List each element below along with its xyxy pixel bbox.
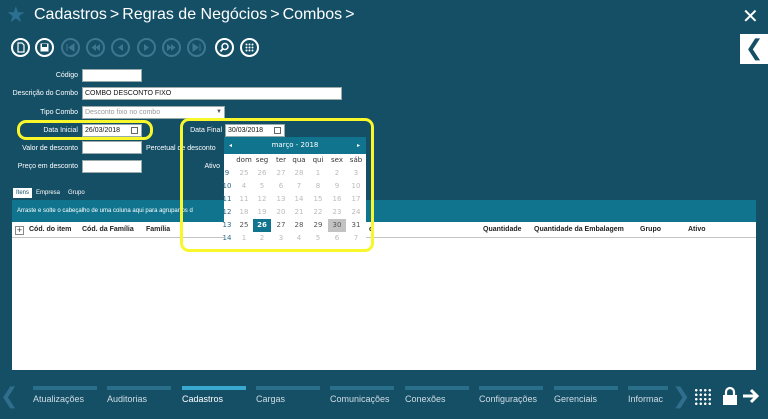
search-icon [219, 42, 229, 53]
nav-item-bar [256, 386, 320, 390]
tab-grupo[interactable]: Grupo [65, 188, 88, 198]
tab-empresa[interactable]: Empresa [33, 188, 63, 198]
chevron-left-icon: ❮ [745, 36, 764, 61]
nav-item-label: Informac [628, 394, 664, 404]
nav-item-bar [182, 386, 246, 390]
breadcrumb-regras[interactable]: Regras de Negócios [122, 6, 267, 23]
last-record-button[interactable] [187, 38, 206, 57]
new-document-icon [17, 42, 25, 53]
nav-item-cadastros[interactable]: Cadastros [182, 381, 246, 419]
header: ★ Cadastros > Regras de Negócios > Combos > ✕ [0, 0, 768, 34]
col-quantidade[interactable]: Quantidade [483, 223, 522, 237]
codigo-label: Código [55, 72, 78, 79]
chevron-down-icon: ▼ [216, 109, 222, 115]
rewind-icon [91, 44, 100, 51]
breadcrumb-combos[interactable]: Combos [283, 6, 343, 23]
nav-item-configuraes[interactable]: Configurações [479, 381, 543, 419]
nav-item-comunicaes[interactable]: Comunicações [330, 381, 394, 419]
tipo-combo-label: Tipo Combo [40, 109, 78, 116]
nav-item-conexes[interactable]: Conexões [405, 381, 469, 419]
nav-item-atualizaes[interactable]: Atualizações [33, 381, 97, 419]
first-record-icon [66, 43, 75, 52]
favorite-star-icon[interactable]: ★ [6, 4, 26, 28]
breadcrumb-separator-icon: > [345, 6, 355, 23]
nav-item-label: Configurações [479, 394, 538, 404]
items-grid: Arraste e solte o cabeçalho de uma colun… [12, 200, 756, 370]
valor-desconto-label: Valor de desconto [22, 145, 78, 152]
nav-item-label: Cadastros [182, 394, 224, 404]
header-divider [12, 237, 756, 238]
save-button[interactable] [35, 38, 54, 57]
data-inicial-label: Data Inicial [43, 127, 78, 134]
nav-item-label: Cargas [256, 394, 286, 404]
preco-desconto-label: Preço em desconto [17, 163, 78, 170]
col-grupo[interactable]: Grupo [640, 223, 661, 237]
highlight-data-final [180, 118, 374, 252]
preco-desconto-input[interactable] [82, 160, 142, 173]
nav-scroll-right-icon[interactable]: ❯ [672, 384, 690, 409]
rewind-button[interactable] [86, 38, 105, 57]
next-icon [144, 44, 149, 51]
col-familia[interactable]: Família [146, 223, 170, 237]
breadcrumb: Cadastros > Regras de Negócios > Combos > [34, 6, 358, 24]
valor-desconto-input[interactable] [82, 141, 142, 154]
nav-item-label: Atualizações [33, 394, 85, 404]
data-inicial-input[interactable]: 26/03/2018 [82, 124, 142, 137]
nav-item-auditorias[interactable]: Auditorias [107, 381, 171, 419]
logout-arrow-icon[interactable] [741, 386, 761, 406]
calendar-icon[interactable] [131, 127, 138, 134]
nav-item-bar [628, 386, 668, 390]
arrow-right-icon [743, 388, 760, 404]
search-button[interactable] [215, 38, 234, 57]
apps-grid-icon[interactable] [694, 388, 712, 406]
tipo-combo-value: Desconto fixo no combo [85, 109, 161, 116]
nav-item-bar [107, 386, 171, 390]
new-document-button[interactable] [11, 38, 30, 57]
col-cod-item[interactable]: Cód. do item [29, 223, 71, 237]
nav-item-cargas[interactable]: Cargas [256, 381, 320, 419]
previous-record-button[interactable] [111, 38, 130, 57]
save-icon [40, 43, 49, 52]
breadcrumb-separator-icon: > [270, 6, 280, 23]
nav-item-bar [554, 386, 618, 390]
nav-item-label: Gerenciais [554, 394, 598, 404]
tab-itens[interactable]: Itens [13, 188, 33, 198]
breadcrumb-separator-icon: > [109, 6, 120, 23]
next-record-button[interactable] [137, 38, 156, 57]
fast-forward-icon [167, 44, 176, 51]
lock-icon-shape [723, 386, 737, 405]
bottom-nav: Atualizações Auditorias Cadastros Cargas Com… [0, 381, 768, 419]
col-quantidade-embalagem[interactable]: Quantidade da Embalagem [534, 223, 624, 237]
fast-forward-button[interactable] [162, 38, 181, 57]
last-record-icon [192, 43, 201, 52]
nav-item-label: Conexões [405, 394, 446, 404]
descricao-input[interactable]: COMBO DESCONTO FIXO [82, 87, 342, 100]
descricao-label: Descrição do Combo [12, 90, 78, 97]
breadcrumb-cadastros[interactable]: Cadastros [34, 6, 107, 23]
collapse-panel-button[interactable]: ❮ [740, 34, 768, 64]
grid-menu-button[interactable] [240, 38, 259, 57]
nav-item-bar [330, 386, 394, 390]
grid-icon [245, 43, 254, 52]
nav-item-label: Auditorias [107, 394, 148, 404]
first-record-button[interactable] [61, 38, 80, 57]
codigo-input[interactable] [82, 69, 142, 82]
previous-icon [118, 44, 123, 51]
close-icon[interactable]: ✕ [742, 6, 759, 26]
lock-icon[interactable] [722, 386, 738, 406]
data-inicial-value: 26/03/2018 [85, 127, 121, 134]
nav-item-gerenciais[interactable]: Gerenciais [554, 381, 618, 419]
nav-item-label: Comunicações [330, 394, 390, 404]
col-cod-familia[interactable]: Cód. da Família [82, 223, 134, 237]
col-ativo[interactable]: Ativo [688, 223, 706, 237]
expand-row-icon[interactable]: + [15, 226, 24, 235]
nav-item-bar [405, 386, 469, 390]
nav-item-bar [33, 386, 97, 390]
nav-item-bar [479, 386, 543, 390]
group-by-bar[interactable]: Arraste e solte o cabeçalho de uma colun… [12, 200, 756, 222]
